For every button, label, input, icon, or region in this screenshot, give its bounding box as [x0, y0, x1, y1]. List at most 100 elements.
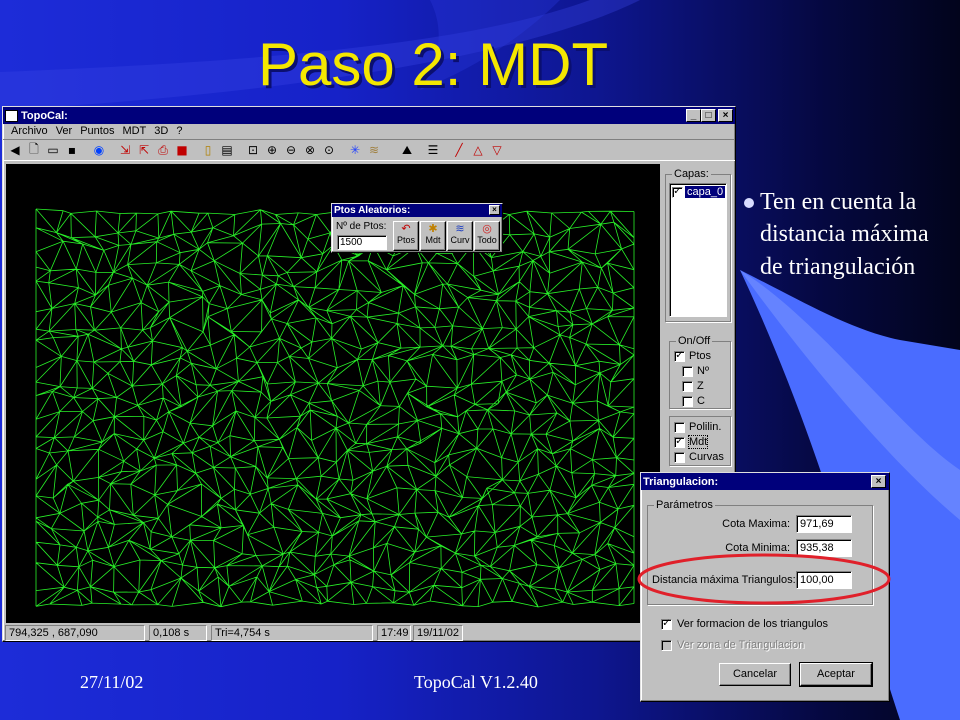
- page-icon[interactable]: ▯: [198, 140, 218, 160]
- bullet-icon: [744, 198, 754, 208]
- import-icon[interactable]: ⇲: [115, 140, 135, 160]
- status-coordinates: 794,325 , 687,090: [5, 625, 145, 641]
- ptos-button-label: Ptos: [396, 235, 415, 245]
- mdt-icon: ✱: [428, 222, 438, 235]
- status-clock: 17:49: [377, 625, 411, 641]
- close-button[interactable]: ×: [718, 109, 733, 122]
- triangle-icon[interactable]: △: [468, 140, 488, 160]
- onoff-group: On/Off ✓ Ptos Nº Z C: [669, 335, 731, 409]
- footer-app-version: TopoCal V1.2.40: [414, 672, 538, 692]
- layers-label: Capas:: [672, 168, 711, 180]
- save-icon[interactable]: ▪: [62, 140, 82, 160]
- ver-zona-label: Ver zona de Triangulacion: [677, 639, 805, 651]
- ver-zona-checkbox[interactable]: [661, 639, 672, 651]
- max-distance-input[interactable]: 100,00: [796, 571, 852, 589]
- numero-checkbox[interactable]: [682, 365, 693, 377]
- curv-button[interactable]: ≋ Curv: [447, 221, 473, 251]
- back-icon[interactable]: ◀: [5, 140, 25, 160]
- print-icon[interactable]: ■: [172, 140, 192, 160]
- cota-min-input[interactable]: 935,38: [796, 539, 852, 557]
- bullet-label: Ten en cuenta la distancia máxima de tri…: [760, 189, 929, 280]
- points-count-input[interactable]: 1500: [337, 235, 387, 250]
- parameters-label: Parámetros: [654, 499, 715, 511]
- menu-puntos[interactable]: Puntos: [76, 124, 118, 139]
- polilin-label: Polilin.: [689, 421, 722, 433]
- minimize-button[interactable]: _: [686, 109, 701, 122]
- todo-button[interactable]: ◎ Todo: [474, 221, 500, 251]
- menu-mdt[interactable]: MDT: [118, 124, 150, 139]
- mdt-button-label: Mdt: [425, 235, 441, 245]
- z-label: Z: [697, 380, 704, 392]
- random-points-titlebar: Ptos Aleatorios: ×: [332, 204, 502, 217]
- triangulation-titlebar: Triangulacion: ×: [641, 473, 889, 490]
- cancel-button[interactable]: Cancelar: [719, 663, 791, 686]
- network-icon[interactable]: ✳: [345, 140, 365, 160]
- curvas-checkbox[interactable]: [674, 451, 685, 463]
- ver-zona-row[interactable]: Ver zona de Triangulacion: [661, 639, 804, 651]
- curvas-label: Curvas: [689, 451, 724, 463]
- cota-max-input[interactable]: 971,69: [796, 515, 852, 533]
- new-file-icon[interactable]: 🗋: [24, 140, 44, 160]
- footer-date: 27/11/02: [80, 672, 144, 692]
- zoom-previous-icon[interactable]: ⊙: [319, 140, 339, 160]
- zoom-in-icon[interactable]: ⊕: [262, 140, 282, 160]
- polilin-checkbox[interactable]: [674, 421, 685, 433]
- cota-min-label: Cota Minima:: [725, 542, 790, 554]
- menu-3d[interactable]: 3D: [150, 124, 172, 139]
- status-bar: 794,325 , 687,090 0,108 s Tri=4,754 s 17…: [5, 625, 733, 641]
- preview-icon[interactable]: ▤: [217, 140, 237, 160]
- accept-button[interactable]: Aceptar: [800, 663, 872, 686]
- topocal-window: TopoCal: _ □ × Archivo Ver Puntos MDT 3D…: [2, 106, 736, 642]
- open-folder-icon[interactable]: ▭: [43, 140, 63, 160]
- parameters-group: Parámetros Cota Maxima: 971,69 Cota Mini…: [647, 499, 873, 605]
- distance-label: Distancia máxima Triangulos:: [652, 574, 796, 586]
- ver-formacion-checkbox[interactable]: ✓: [661, 618, 672, 630]
- app-icon: [5, 109, 18, 122]
- ptos-checkbox[interactable]: ✓: [674, 350, 685, 362]
- menu-archivo[interactable]: Archivo: [7, 124, 52, 139]
- window-title: TopoCal:: [21, 109, 68, 122]
- layer-row[interactable]: ✓ capa_0: [672, 186, 726, 198]
- layer-checkbox[interactable]: ✓: [672, 186, 683, 198]
- zoom-all-icon[interactable]: ⊗: [300, 140, 320, 160]
- objects-group: Polilin. ✓ Mdt Curvas: [669, 416, 731, 466]
- onoff-label: On/Off: [676, 335, 713, 347]
- points-count-label: Nº de Ptos:: [336, 221, 387, 232]
- c-label: C: [697, 395, 705, 407]
- export-icon[interactable]: ⇱: [134, 140, 154, 160]
- z-checkbox[interactable]: [682, 380, 693, 392]
- mdt-button[interactable]: ✱ Mdt: [420, 221, 446, 251]
- random-points-close-icon[interactable]: ×: [489, 205, 500, 215]
- cota-max-label: Cota Maxima:: [722, 518, 790, 530]
- todo-icon: ◎: [482, 222, 492, 235]
- ver-formacion-row[interactable]: ✓ Ver formacion de los triangulos: [661, 618, 828, 630]
- random-points-title: Ptos Aleatorios:: [334, 205, 411, 216]
- menu-ver[interactable]: Ver: [52, 124, 77, 139]
- mesh-edges: [35, 208, 635, 608]
- layers-list[interactable]: ✓ capa_0: [669, 183, 727, 317]
- menu-bar: Archivo Ver Puntos MDT 3D ?: [3, 124, 735, 139]
- triangle-down-icon[interactable]: ▽: [487, 140, 507, 160]
- globe-icon[interactable]: ◉: [89, 140, 109, 160]
- status-triangulation-time: Tri=4,754 s: [211, 625, 373, 641]
- layers-icon[interactable]: ☰: [423, 140, 443, 160]
- mdt-checkbox[interactable]: ✓: [674, 436, 685, 448]
- ver-formacion-label: Ver formacion de los triangulos: [677, 618, 829, 630]
- c-checkbox[interactable]: [682, 395, 693, 407]
- triangulation-close-icon[interactable]: ×: [871, 475, 886, 488]
- profile-icon[interactable]: ⛰: [397, 140, 417, 160]
- toolbar: ◀ 🗋 ▭ ▪ ◉ ⇲ ⇱ ⎙ ■ ▯ ▤ ⊡ ⊕ ⊖ ⊗ ⊙ ✳ ≋ ⛰ ☰ …: [3, 139, 735, 161]
- print-setup-icon[interactable]: ⎙: [153, 140, 173, 160]
- contour-icon[interactable]: ≋: [364, 140, 384, 160]
- zoom-out-icon[interactable]: ⊖: [281, 140, 301, 160]
- bullet-text: Ten en cuenta la distancia máxima de tri…: [744, 186, 956, 283]
- line-icon[interactable]: ╱: [449, 140, 469, 160]
- layers-group: Capas: ✓ capa_0: [665, 168, 731, 322]
- zoom-window-icon[interactable]: ⊡: [243, 140, 263, 160]
- menu-help[interactable]: ?: [172, 124, 186, 139]
- ptos-button[interactable]: ↶ Ptos: [393, 221, 419, 251]
- status-date: 19/11/02: [413, 625, 463, 641]
- layer-name[interactable]: capa_0: [685, 186, 726, 198]
- triangulation-dialog: Triangulacion: × Parámetros Cota Maxima:…: [640, 472, 890, 702]
- maximize-button[interactable]: □: [701, 109, 716, 122]
